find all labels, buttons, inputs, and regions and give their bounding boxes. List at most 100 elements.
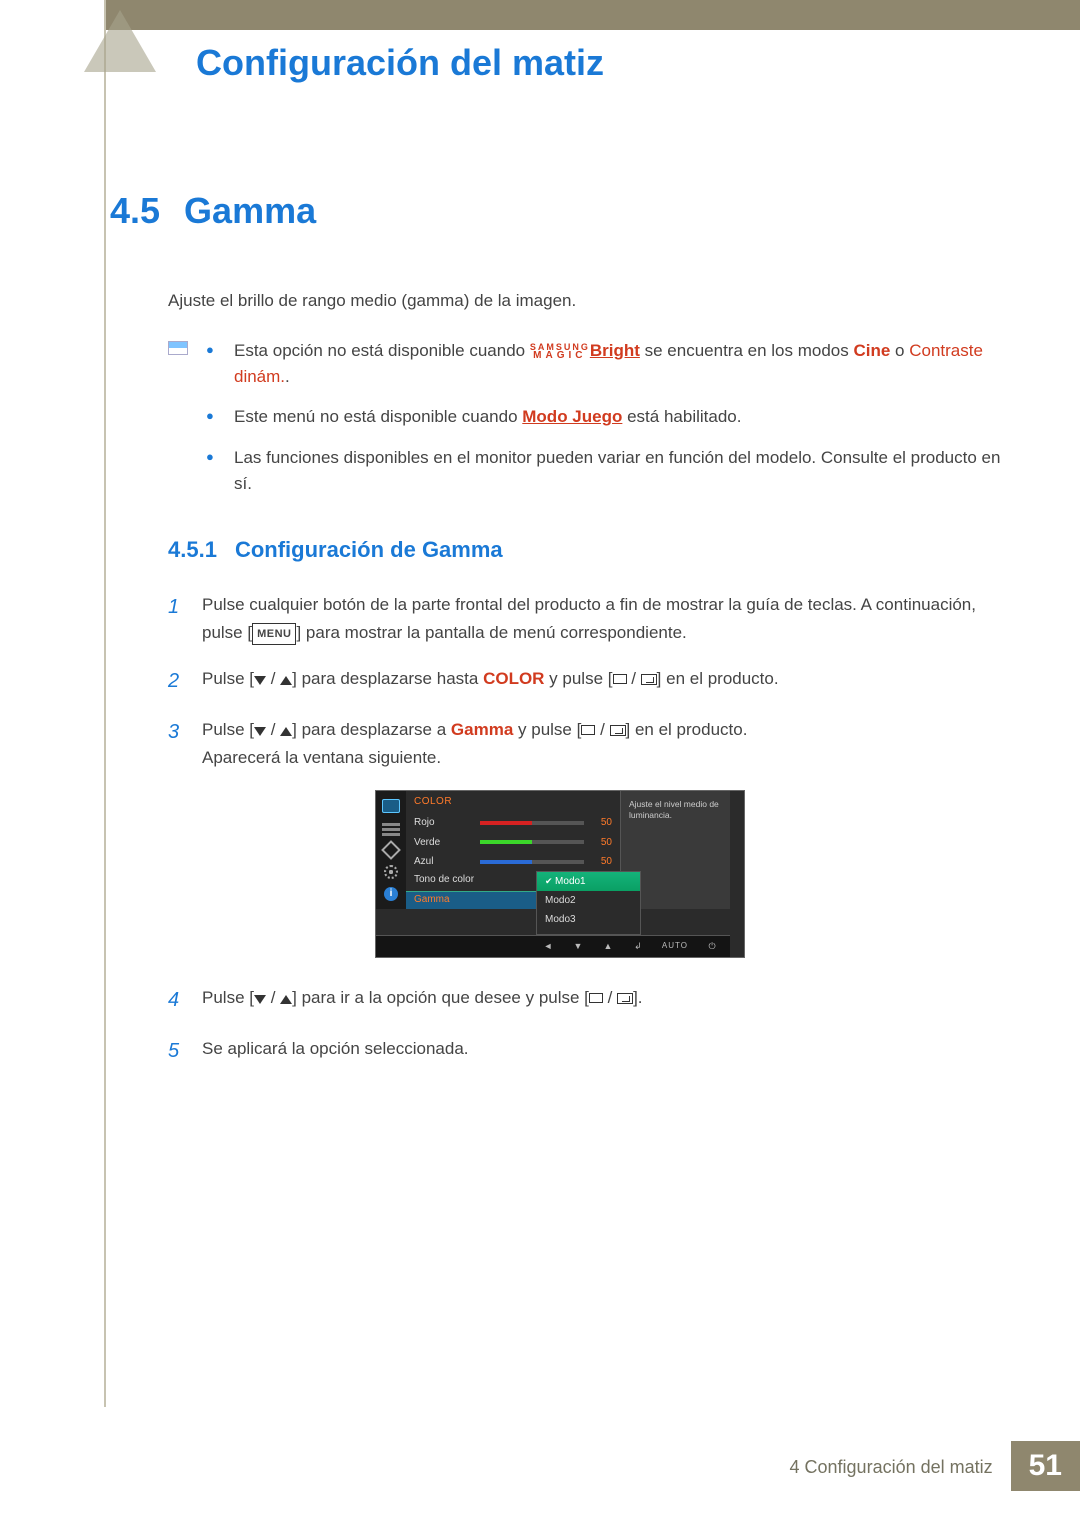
note1-a: Esta opción no está disponible cuando <box>234 341 530 360</box>
osd-screenshot: i COLOR Ajuste el nivel medio de luminan… <box>375 790 745 958</box>
note-icon <box>168 341 188 355</box>
enter-icon: ↲ <box>632 941 644 952</box>
osd-panel: i COLOR Ajuste el nivel medio de luminan… <box>375 790 745 958</box>
note2-a: Este menú no está disponible cuando <box>234 407 522 426</box>
down-arrow-icon: ▼ <box>572 941 584 952</box>
source-icon <box>613 674 627 684</box>
red-bar <box>480 821 584 825</box>
step-number: 5 <box>168 1035 196 1068</box>
note-item-3: Las funciones disponibles en el monitor … <box>234 445 1010 498</box>
magic-bright: Bright <box>590 341 640 360</box>
osd-label: Rojo <box>414 817 474 828</box>
osd-sidebar: i <box>376 791 406 909</box>
subsection-title: Configuración de Gamma <box>235 537 503 563</box>
step4-b: ] para ir a la opción que desee y pulse … <box>292 988 589 1007</box>
step3-b: ] para desplazarse a <box>292 720 451 739</box>
blue-bar <box>480 860 584 864</box>
section-heading: 4.5 Gamma <box>110 190 1010 232</box>
up-arrow-icon <box>280 676 292 685</box>
osd-label: Azul <box>414 856 474 867</box>
step-1: 1 Pulse cualquier botón de la parte fron… <box>168 591 1010 647</box>
green-bar <box>480 840 584 844</box>
section-number: 4.5 <box>110 190 160 232</box>
osd-row-azul: Azul 50 <box>406 852 620 872</box>
info-tab-icon: i <box>384 887 398 901</box>
footer-chapter-label: 4 Configuración del matiz <box>790 1441 1011 1491</box>
auto-label: AUTO <box>662 941 688 952</box>
left-arrow-icon: ◄ <box>542 941 554 952</box>
header-band <box>106 0 1080 30</box>
left-margin-rule <box>104 0 106 1407</box>
step3-e: Aparecerá la ventana siguiente. <box>202 748 441 767</box>
bullet-icon: ● <box>206 338 220 391</box>
step-4: 4 Pulse [ / ] para ir a la opción que de… <box>168 984 1010 1017</box>
step2-d: ] en el producto. <box>657 669 779 688</box>
chapter-mark <box>84 0 156 72</box>
steps-list: 1 Pulse cualquier botón de la parte fron… <box>168 591 1010 772</box>
modo-juego: Modo Juego <box>522 407 622 426</box>
step5-text: Se aplicará la opción seleccionada. <box>202 1035 1010 1068</box>
step-number: 1 <box>168 591 196 647</box>
enter-icon <box>610 725 626 736</box>
section-title: Gamma <box>184 190 316 232</box>
chapter-title: Configuración del matiz <box>196 42 604 84</box>
up-arrow-icon <box>280 727 292 736</box>
intro-paragraph: Ajuste el brillo de rango medio (gamma) … <box>168 288 1010 314</box>
step-number: 4 <box>168 984 196 1017</box>
gamma-mode1-selected: Modo1 <box>537 872 640 891</box>
samsung-magic-logo: SAMSUNGMAGIC <box>530 344 590 359</box>
bullet-icon: ● <box>206 445 220 498</box>
note2-b: está habilitado. <box>622 407 741 426</box>
size-tab-icon <box>381 841 401 861</box>
osd-row-rojo: Rojo 50 <box>406 813 620 833</box>
down-arrow-icon <box>254 995 266 1004</box>
step4-a: Pulse [ <box>202 988 254 1007</box>
subsection-number: 4.5.1 <box>168 537 217 563</box>
up-arrow-icon <box>280 995 292 1004</box>
enter-icon <box>641 674 657 685</box>
settings-tab-icon <box>384 865 398 879</box>
gamma-mode3: Modo3 <box>537 910 640 929</box>
step1-b: ] para mostrar la pantalla de menú corre… <box>296 623 686 642</box>
source-icon <box>581 725 595 735</box>
note1-d: . <box>285 367 290 386</box>
step3-c: y pulse [ <box>513 720 581 739</box>
gamma-dropdown: Modo1 Modo2 Modo3 <box>536 871 641 935</box>
bullet-icon: ● <box>206 404 220 430</box>
step-5: 5 Se aplicará la opción seleccionada. <box>168 1035 1010 1068</box>
step-2: 2 Pulse [ / ] para desplazarse hasta COL… <box>168 665 1010 698</box>
step2-c: y pulse [ <box>544 669 612 688</box>
step2-a: Pulse [ <box>202 669 254 688</box>
step-3: 3 Pulse [ / ] para desplazarse a Gamma y… <box>168 716 1010 772</box>
step3-a: Pulse [ <box>202 720 254 739</box>
osd-label: Verde <box>414 837 474 848</box>
note-item-1: Esta opción no está disponible cuando SA… <box>234 338 1010 391</box>
footer-page-number: 51 <box>1011 1441 1080 1491</box>
steps-list-cont: 4 Pulse [ / ] para ir a la opción que de… <box>168 984 1010 1068</box>
step-number: 3 <box>168 716 196 772</box>
down-arrow-icon <box>254 676 266 685</box>
osd-header: COLOR <box>406 791 620 813</box>
color-word: COLOR <box>483 669 544 688</box>
gamma-word: Gamma <box>451 720 513 739</box>
source-icon <box>589 993 603 1003</box>
magic-bottom: MAGIC <box>530 352 590 360</box>
step2-b: ] para desplazarse hasta <box>292 669 483 688</box>
osd-row-verde: Verde 50 <box>406 832 620 852</box>
step-number: 2 <box>168 665 196 698</box>
note-item-2: Este menú no está disponible cuando Modo… <box>234 404 1010 430</box>
up-arrow-icon: ▲ <box>602 941 614 952</box>
menu-button-icon: MENU <box>252 623 296 645</box>
green-value: 50 <box>590 837 612 848</box>
picture-tab-icon <box>382 799 400 813</box>
note1-c: o <box>890 341 909 360</box>
cine-mode: Cine <box>853 341 890 360</box>
blue-value: 50 <box>590 856 612 867</box>
power-icon: ⏻ <box>706 941 718 952</box>
note1-b: se encuentra en los modos <box>640 341 854 360</box>
down-arrow-icon <box>254 727 266 736</box>
subsection-heading: 4.5.1 Configuración de Gamma <box>168 537 1010 563</box>
list-tab-icon <box>382 821 400 835</box>
enter-icon <box>617 993 633 1004</box>
osd-footer: ◄ ▼ ▲ ↲ AUTO ⏻ <box>376 935 730 957</box>
